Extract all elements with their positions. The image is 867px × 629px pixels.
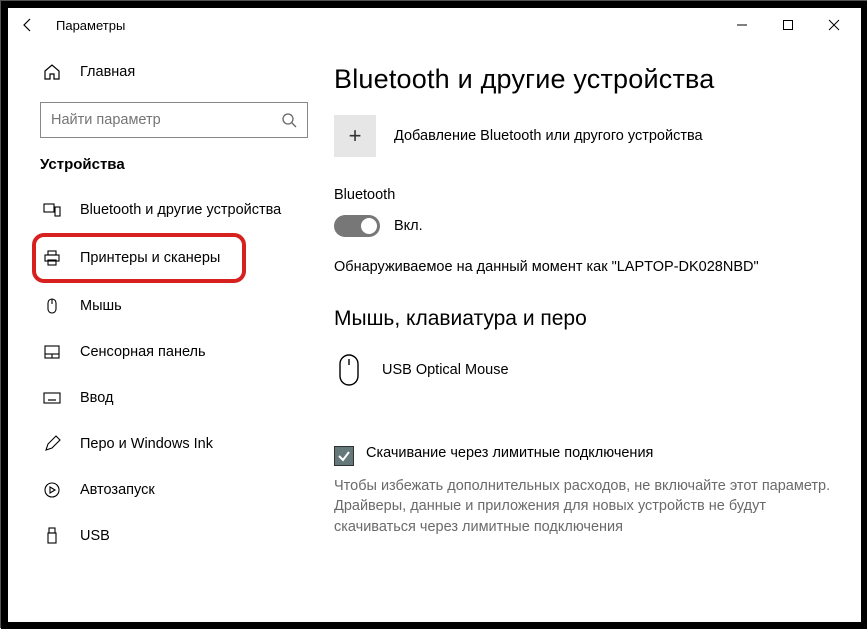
sidebar-section-heading: Устройства	[40, 156, 320, 173]
bluetooth-toggle[interactable]	[334, 215, 380, 237]
sidebar-item-label: Перо и Windows Ink	[80, 436, 213, 452]
autoplay-icon	[40, 481, 64, 499]
minimize-button[interactable]	[719, 10, 765, 40]
mouse-device-icon	[334, 350, 364, 390]
touchpad-icon	[40, 343, 64, 361]
plus-icon: +	[334, 115, 376, 157]
device-item[interactable]: USB Optical Mouse	[334, 345, 843, 395]
sidebar-home-label: Главная	[80, 64, 135, 80]
window-title: Параметры	[56, 18, 125, 33]
sidebar-item-label: USB	[80, 528, 110, 544]
checkbox-checked-icon	[334, 446, 354, 466]
add-device-button[interactable]: + Добавление Bluetooth или другого устро…	[334, 115, 843, 157]
sidebar-item-mouse[interactable]: Мышь	[40, 283, 320, 329]
maximize-button[interactable]	[765, 10, 811, 40]
search-icon	[281, 112, 297, 128]
discoverable-text: Обнаруживаемое на данный момент как "LAP…	[334, 259, 843, 275]
sidebar-item-label: Сенсорная панель	[80, 344, 206, 360]
sidebar-item-typing[interactable]: Ввод	[40, 375, 320, 421]
devices-icon	[40, 201, 64, 219]
usb-icon	[40, 527, 64, 545]
page-title: Bluetooth и другие устройства	[334, 64, 843, 95]
sidebar-item-label: Мышь	[80, 298, 122, 314]
device-name: USB Optical Mouse	[382, 362, 509, 378]
bluetooth-heading: Bluetooth	[334, 187, 843, 203]
sidebar-item-label: Ввод	[80, 390, 113, 406]
main-panel: Bluetooth и другие устройства + Добавлен…	[326, 42, 861, 622]
sidebar-item-bluetooth[interactable]: Bluetooth и другие устройства	[40, 187, 320, 233]
sidebar-item-label: Принтеры и сканеры	[80, 250, 220, 266]
sidebar-home[interactable]: Главная	[40, 52, 320, 92]
back-button[interactable]	[20, 17, 48, 33]
metered-checkbox-row[interactable]: Скачивание через лимитные подключения	[334, 445, 843, 466]
sidebar-item-touchpad[interactable]: Сенсорная панель	[40, 329, 320, 375]
pen-icon	[40, 435, 64, 453]
sidebar-item-usb[interactable]: USB	[40, 513, 320, 559]
peripherals-heading: Мышь, клавиатура и перо	[334, 307, 843, 331]
search-box[interactable]	[40, 102, 308, 138]
bluetooth-toggle-state: Вкл.	[394, 218, 423, 234]
add-device-label: Добавление Bluetooth или другого устройс…	[394, 128, 703, 144]
sidebar-item-pen[interactable]: Перо и Windows Ink	[40, 421, 320, 467]
titlebar: Параметры	[8, 8, 861, 42]
sidebar: Главная Устройства Bluetooth и другие ус…	[8, 42, 326, 622]
printer-icon	[40, 249, 64, 267]
keyboard-icon	[40, 389, 64, 407]
home-icon	[40, 63, 64, 81]
metered-hint: Чтобы избежать дополнительных расходов, …	[334, 476, 843, 537]
close-button[interactable]	[811, 10, 857, 40]
search-input[interactable]	[51, 112, 281, 128]
mouse-icon	[40, 297, 64, 315]
metered-checkbox-label: Скачивание через лимитные подключения	[366, 445, 653, 461]
sidebar-item-printers[interactable]: Принтеры и сканеры	[32, 233, 246, 283]
sidebar-item-label: Bluetooth и другие устройства	[80, 202, 281, 218]
sidebar-item-label: Автозапуск	[80, 482, 155, 498]
sidebar-item-autoplay[interactable]: Автозапуск	[40, 467, 320, 513]
